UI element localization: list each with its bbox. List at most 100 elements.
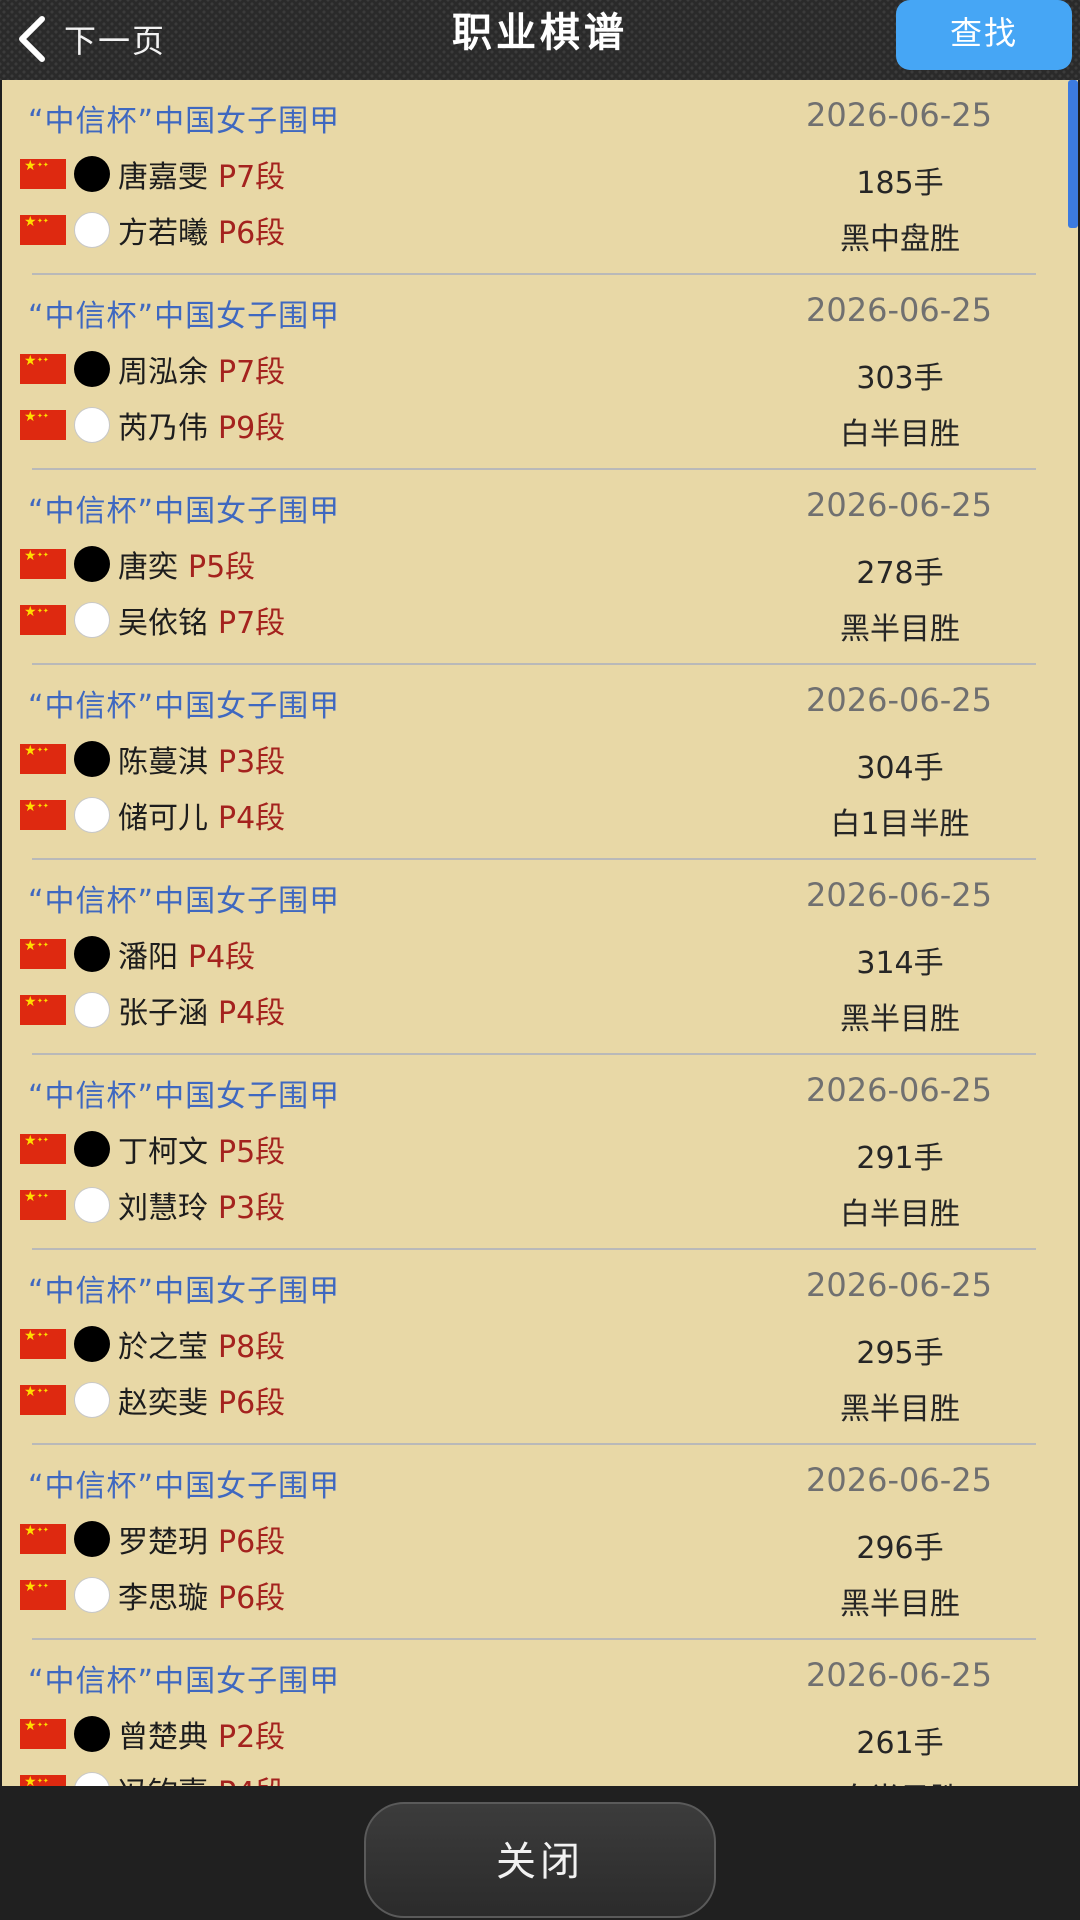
china-flag-icon: [20, 407, 66, 440]
china-flag-icon: [20, 992, 66, 1025]
black-player-row: 罗楚玥 P6段: [20, 1517, 285, 1561]
game-result: 黑半目胜: [840, 1392, 960, 1427]
player-rank: P7段: [218, 160, 286, 195]
event-name: “中信杯”中国女子围甲: [28, 104, 341, 139]
move-count: 261手: [856, 1726, 944, 1761]
player-rank: P4段: [218, 996, 286, 1031]
game-date: 2026-06-25: [806, 1656, 992, 1694]
player-name: 方若曦: [118, 216, 208, 251]
game-item[interactable]: “中信杯”中国女子围甲 2026-06-25 唐奕 P5段 吴依铭 P7段 27…: [2, 470, 1078, 665]
game-result: 白1目半胜: [830, 807, 970, 842]
black-stone-icon: [74, 1716, 110, 1752]
white-stone-icon: [74, 602, 110, 638]
china-flag-icon: [20, 797, 66, 830]
player-rank: P6段: [218, 216, 286, 251]
game-item[interactable]: “中信杯”中国女子围甲 2026-06-25 周泓余 P7段 芮乃伟 P9段 3…: [2, 275, 1078, 470]
player-name: 芮乃伟: [118, 411, 208, 446]
player-name: 吴依铭: [118, 606, 208, 641]
black-player-row: 周泓余 P7段: [20, 347, 285, 391]
move-count: 295手: [856, 1336, 944, 1371]
scrollbar-thumb[interactable]: [1068, 80, 1078, 228]
top-bar: 下一页 职业棋谱 查找: [0, 0, 1080, 80]
black-player-row: 唐嘉雯 P7段: [20, 152, 285, 196]
game-item[interactable]: “中信杯”中国女子围甲 2026-06-25 潘阳 P4段 张子涵 P4段 31…: [2, 860, 1078, 1055]
move-count: 304手: [856, 751, 944, 786]
white-stone-icon: [74, 992, 110, 1028]
game-item[interactable]: “中信杯”中国女子围甲 2026-06-25 於之莹 P8段 赵奕斐 P6段 2…: [2, 1250, 1078, 1445]
event-name: “中信杯”中国女子围甲: [28, 689, 341, 724]
game-result: 白半目胜: [840, 417, 960, 452]
search-button[interactable]: 查找: [896, 0, 1072, 70]
white-stone-icon: [74, 212, 110, 248]
event-name: “中信杯”中国女子围甲: [28, 1274, 341, 1309]
event-name: “中信杯”中国女子围甲: [28, 1664, 341, 1699]
event-name: “中信杯”中国女子围甲: [28, 299, 341, 334]
player-rank: P2段: [218, 1720, 286, 1755]
white-stone-icon: [74, 1577, 110, 1613]
event-name: “中信杯”中国女子围甲: [28, 884, 341, 919]
player-name: 丁柯文: [118, 1135, 208, 1170]
black-stone-icon: [74, 1521, 110, 1557]
white-player-row: 储可儿 P4段: [20, 793, 285, 837]
white-stone-icon: [74, 1187, 110, 1223]
china-flag-icon: [20, 546, 66, 579]
black-stone-icon: [74, 351, 110, 387]
game-date: 2026-06-25: [806, 1071, 992, 1109]
move-count: 278手: [856, 556, 944, 591]
game-list[interactable]: “中信杯”中国女子围甲 2026-06-25 唐嘉雯 P7段 方若曦 P6段 1…: [2, 80, 1078, 1786]
player-rank: P6段: [218, 1581, 286, 1616]
close-button[interactable]: 关闭: [364, 1802, 716, 1918]
black-player-row: 潘阳 P4段: [20, 932, 255, 976]
player-name: 潘阳: [118, 940, 178, 975]
game-item[interactable]: “中信杯”中国女子围甲 2026-06-25 丁柯文 P5段 刘慧玲 P3段 2…: [2, 1055, 1078, 1250]
china-flag-icon: [20, 212, 66, 245]
black-stone-icon: [74, 1131, 110, 1167]
china-flag-icon: [20, 1382, 66, 1415]
player-rank: P3段: [218, 1191, 286, 1226]
game-item[interactable]: “中信杯”中国女子围甲 2026-06-25 陈蔓淇 P3段 储可儿 P4段 3…: [2, 665, 1078, 860]
player-rank: P7段: [218, 606, 286, 641]
player-name: 曾楚典: [118, 1720, 208, 1755]
player-rank: P6段: [218, 1386, 286, 1421]
event-name: “中信杯”中国女子围甲: [28, 1079, 341, 1114]
game-item[interactable]: “中信杯”中国女子围甲 2026-06-25 唐嘉雯 P7段 方若曦 P6段 1…: [2, 80, 1078, 275]
game-item[interactable]: “中信杯”中国女子围甲 2026-06-25 罗楚玥 P6段 李思璇 P6段 2…: [2, 1445, 1078, 1640]
game-result: 白半目胜: [840, 1197, 960, 1232]
china-flag-icon: [20, 1716, 66, 1749]
player-name: 张子涵: [118, 996, 208, 1031]
move-count: 303手: [856, 361, 944, 396]
move-count: 291手: [856, 1141, 944, 1176]
black-player-row: 於之莹 P8段: [20, 1322, 285, 1366]
player-name: 储可儿: [118, 801, 208, 836]
game-item[interactable]: “中信杯”中国女子围甲 2026-06-25 曾楚典 P2段 冯钧嘉 P4段 2…: [2, 1640, 1078, 1786]
game-result: 黑半目胜: [840, 1587, 960, 1622]
player-name: 周泓余: [118, 355, 208, 390]
white-stone-icon: [74, 407, 110, 443]
white-player-row: 吴依铭 P7段: [20, 598, 285, 642]
black-player-row: 丁柯文 P5段: [20, 1127, 285, 1171]
white-stone-icon: [74, 1382, 110, 1418]
china-flag-icon: [20, 1577, 66, 1610]
player-name: 罗楚玥: [118, 1525, 208, 1560]
player-name: 於之莹: [118, 1330, 208, 1365]
black-player-row: 曾楚典 P2段: [20, 1712, 285, 1756]
game-date: 2026-06-25: [806, 291, 992, 329]
player-rank: P7段: [218, 355, 286, 390]
move-count: 296手: [856, 1531, 944, 1566]
white-player-row: 芮乃伟 P9段: [20, 403, 285, 447]
player-rank: P5段: [188, 550, 256, 585]
player-name: 陈蔓淇: [118, 745, 208, 780]
player-name: 刘慧玲: [118, 1191, 208, 1226]
player-rank: P8段: [218, 1330, 286, 1365]
white-player-row: 张子涵 P4段: [20, 988, 285, 1032]
china-flag-icon: [20, 156, 66, 189]
black-player-row: 陈蔓淇 P3段: [20, 737, 285, 781]
player-name: 唐嘉雯: [118, 160, 208, 195]
white-stone-icon: [74, 1772, 110, 1786]
white-player-row: 刘慧玲 P3段: [20, 1183, 285, 1227]
china-flag-icon: [20, 1131, 66, 1164]
game-date: 2026-06-25: [806, 681, 992, 719]
china-flag-icon: [20, 351, 66, 384]
china-flag-icon: [20, 1772, 66, 1786]
game-date: 2026-06-25: [806, 96, 992, 134]
